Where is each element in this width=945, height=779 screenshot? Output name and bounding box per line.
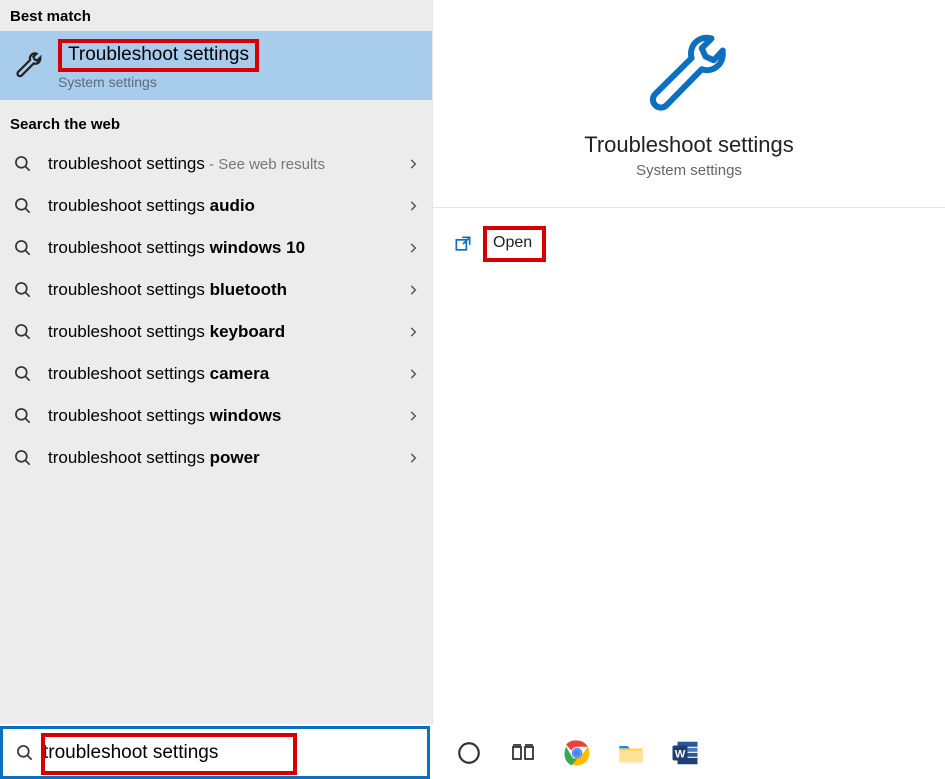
chevron-right-icon xyxy=(406,157,420,171)
chrome-icon[interactable] xyxy=(561,737,593,769)
search-icon xyxy=(12,279,34,301)
best-match-subtitle: System settings xyxy=(58,74,259,90)
chevron-right-icon xyxy=(406,325,420,339)
best-match-header: Best match xyxy=(0,0,432,31)
wrench-icon xyxy=(12,48,46,82)
open-icon xyxy=(453,234,473,254)
chevron-right-icon xyxy=(406,199,420,213)
search-icon xyxy=(15,743,37,763)
web-result-item[interactable]: troubleshoot settings power xyxy=(0,437,432,479)
preview-actions: Open xyxy=(433,208,945,262)
web-result-label: troubleshoot settings - See web results xyxy=(48,154,392,174)
preview-hero: Troubleshoot settings System settings xyxy=(433,0,945,208)
taskbar: W xyxy=(433,726,945,779)
search-icon xyxy=(12,447,34,469)
web-result-item[interactable]: troubleshoot settings audio xyxy=(0,185,432,227)
web-result-label: troubleshoot settings windows 10 xyxy=(48,238,392,258)
open-label: Open xyxy=(483,226,546,262)
task-view-icon[interactable] xyxy=(507,737,539,769)
web-result-item[interactable]: troubleshoot settings camera xyxy=(0,353,432,395)
search-icon xyxy=(12,237,34,259)
web-result-item[interactable]: troubleshoot settings bluetooth xyxy=(0,269,432,311)
search-results-panel: Best match Troubleshoot settings System … xyxy=(0,0,433,724)
search-icon xyxy=(12,363,34,385)
web-result-label: troubleshoot settings power xyxy=(48,448,392,468)
chevron-right-icon xyxy=(406,367,420,381)
search-icon xyxy=(12,153,34,175)
web-result-label: troubleshoot settings camera xyxy=(48,364,392,384)
search-icon xyxy=(12,405,34,427)
search-input[interactable] xyxy=(43,742,421,764)
web-result-label: troubleshoot settings windows xyxy=(48,406,392,426)
web-result-label: troubleshoot settings bluetooth xyxy=(48,280,392,300)
open-action[interactable]: Open xyxy=(453,226,945,262)
best-match-title: Troubleshoot settings xyxy=(58,39,259,72)
preview-panel: Troubleshoot settings System settings Op… xyxy=(433,0,945,724)
web-result-label: troubleshoot settings keyboard xyxy=(48,322,392,342)
chevron-right-icon xyxy=(406,451,420,465)
file-explorer-icon[interactable] xyxy=(615,737,647,769)
preview-title: Troubleshoot settings xyxy=(584,132,794,158)
web-result-label: troubleshoot settings audio xyxy=(48,196,392,216)
svg-text:W: W xyxy=(675,748,686,760)
web-results-list: troubleshoot settings - See web results … xyxy=(0,139,432,483)
wrench-icon xyxy=(644,28,734,118)
search-icon xyxy=(12,321,34,343)
web-result-item[interactable]: troubleshoot settings windows 10 xyxy=(0,227,432,269)
best-match-text: Troubleshoot settings System settings xyxy=(58,39,259,90)
web-result-item[interactable]: troubleshoot settings - See web results xyxy=(0,143,432,185)
preview-subtitle: System settings xyxy=(636,162,742,179)
chevron-right-icon xyxy=(406,241,420,255)
web-result-item[interactable]: troubleshoot settings windows xyxy=(0,395,432,437)
cortana-icon[interactable] xyxy=(453,737,485,769)
best-match-result[interactable]: Troubleshoot settings System settings xyxy=(0,31,432,100)
word-icon[interactable]: W xyxy=(669,737,701,769)
chevron-right-icon xyxy=(406,409,420,423)
search-web-header: Search the web xyxy=(0,100,432,139)
search-icon xyxy=(12,195,34,217)
search-bar[interactable] xyxy=(0,726,430,779)
chevron-right-icon xyxy=(406,283,420,297)
web-result-item[interactable]: troubleshoot settings keyboard xyxy=(0,311,432,353)
